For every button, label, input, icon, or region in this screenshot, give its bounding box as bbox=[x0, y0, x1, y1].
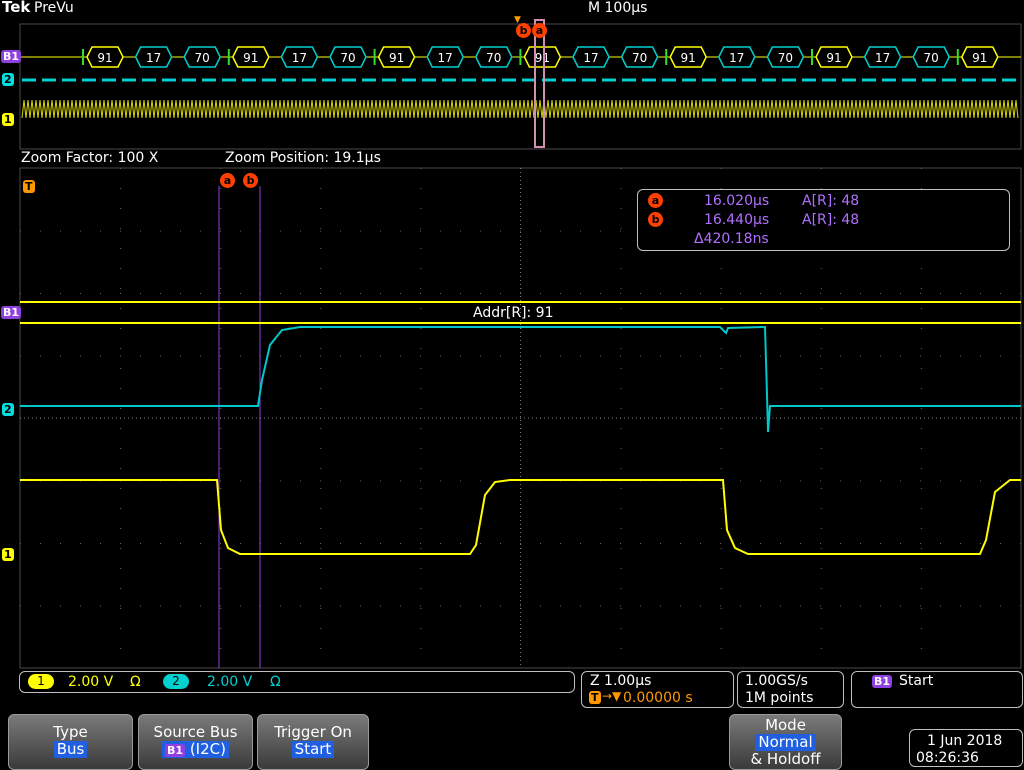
bus-decode-label: Addr[R]: 91 bbox=[473, 305, 554, 321]
sample-rate: 1.00GS/s bbox=[745, 673, 808, 689]
ch1-scale[interactable]: 2.00 V bbox=[68, 674, 113, 690]
trigger-on-value: Start bbox=[291, 741, 335, 758]
readout-cursor-b-icon: b bbox=[648, 212, 663, 227]
mode-holdoff-button[interactable]: Mode Normal & Holdoff bbox=[729, 714, 842, 770]
main-bus-marker[interactable]: B1 bbox=[1, 306, 22, 319]
cursor-a-time: 16.020µs bbox=[704, 193, 770, 209]
arrow-icon: →▼ bbox=[602, 689, 622, 703]
source-bus-value: B1 (I2C) bbox=[162, 741, 229, 758]
acquisition-readout[interactable]: 1.00GS/s 1M points bbox=[737, 671, 844, 708]
date-readout: 1 Jun 2018 bbox=[927, 733, 1003, 749]
cursor-b-handle-icon[interactable]: b bbox=[243, 173, 258, 188]
source-bus-label: Source Bus bbox=[153, 723, 238, 741]
cursor-b-value: A[R]: 48 bbox=[802, 212, 860, 228]
main-ch1-marker[interactable]: 1 bbox=[2, 548, 14, 561]
ch2-scale[interactable]: 2.00 V bbox=[207, 674, 252, 690]
zoom-scale: Z 1.00µs bbox=[590, 673, 652, 689]
ch2-termination: Ω bbox=[270, 674, 281, 690]
main-trigger-marker-icon[interactable]: T bbox=[23, 175, 35, 194]
type-button-value: Bus bbox=[53, 741, 88, 758]
source-bus-button[interactable]: Source Bus B1 (I2C) bbox=[138, 714, 253, 770]
cursor-readout-panel: a 16.020µs A[R]: 48 b 16.440µs A[R]: 48 … bbox=[637, 189, 1010, 251]
ch1-badge[interactable]: 1 bbox=[28, 674, 54, 689]
datetime-box[interactable]: 1 Jun 2018 08:26:36 bbox=[909, 729, 1023, 767]
trigger-state: Start bbox=[899, 673, 934, 689]
ch2-badge[interactable]: 2 bbox=[163, 674, 189, 689]
mode-label: Mode bbox=[765, 716, 806, 734]
cursor-b-time: 16.440µs bbox=[704, 212, 770, 228]
cursor-delta: Δ420.18ns bbox=[694, 231, 769, 247]
record-length: 1M points bbox=[745, 690, 814, 706]
channel-scale-bar[interactable]: 1 2.00 V Ω 2 2.00 V Ω bbox=[19, 671, 575, 693]
trigger-position-icon: T bbox=[589, 691, 601, 704]
main-waveform-area bbox=[19, 167, 1022, 669]
trigger-readout[interactable]: B1 Start bbox=[851, 671, 1023, 708]
source-bus-protocol: (I2C) bbox=[189, 740, 226, 758]
horizontal-readout[interactable]: Z 1.00µs T →▼ 0.00000 s bbox=[581, 671, 734, 708]
trigger-icon: T bbox=[23, 180, 35, 193]
mode-value: Normal bbox=[755, 734, 816, 751]
type-button-label: Type bbox=[53, 723, 88, 741]
time-readout: 08:26:36 bbox=[916, 750, 979, 766]
main-ch2-marker[interactable]: 2 bbox=[2, 403, 14, 416]
source-bus-badge: B1 bbox=[165, 744, 186, 757]
trigger-on-label: Trigger On bbox=[274, 723, 352, 741]
ch1-termination: Ω bbox=[130, 674, 141, 690]
readout-cursor-a-icon: a bbox=[648, 193, 663, 208]
mode-holdoff-label: & Holdoff bbox=[750, 750, 821, 768]
trigger-bus-badge: B1 bbox=[872, 675, 893, 688]
trigger-on-button[interactable]: Trigger On Start bbox=[257, 714, 369, 770]
trigger-position: 0.00000 s bbox=[623, 690, 693, 706]
cursor-a-handle-icon[interactable]: a bbox=[220, 173, 235, 188]
cursor-a-value: A[R]: 48 bbox=[802, 193, 860, 209]
type-button[interactable]: Type Bus bbox=[8, 714, 133, 770]
